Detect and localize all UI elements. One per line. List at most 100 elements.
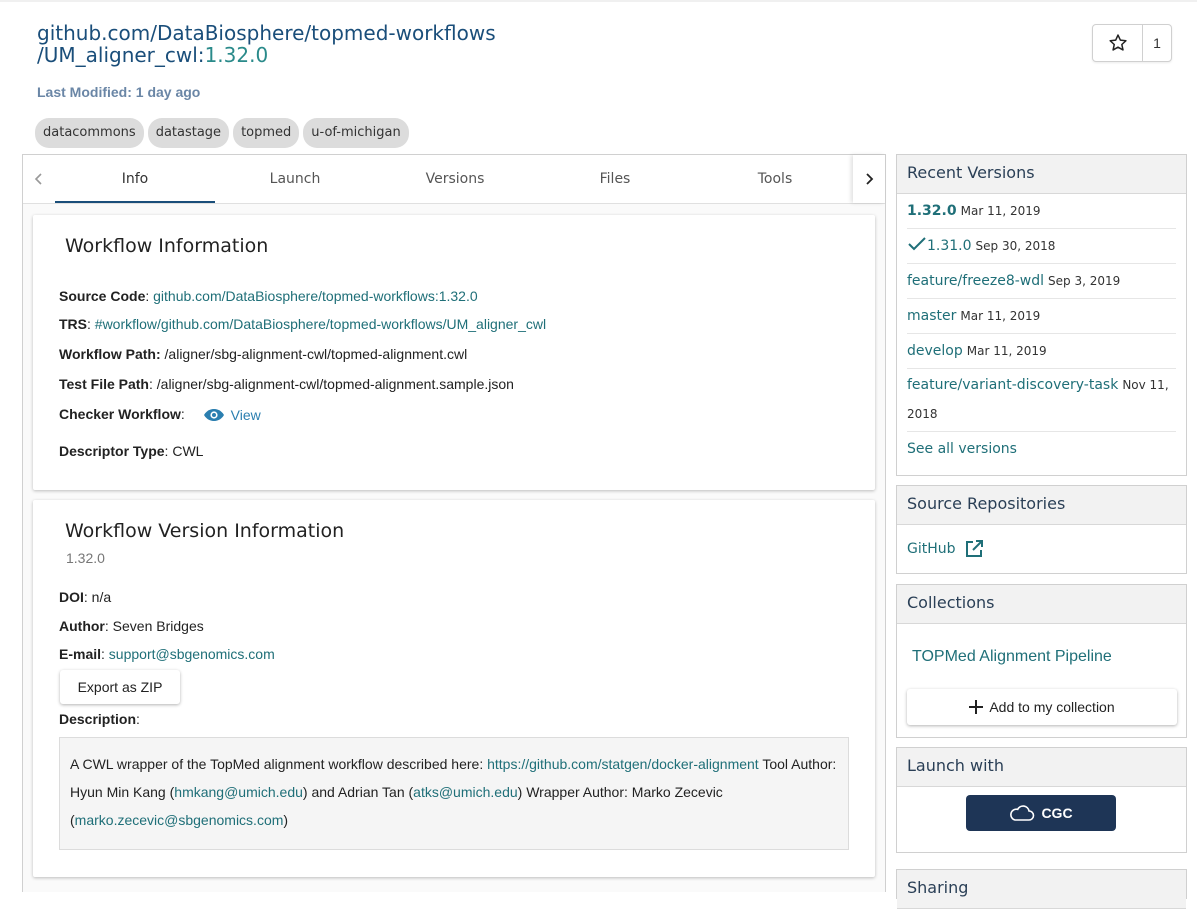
version-item[interactable]: feature/freeze8-wdl Sep 3, 2019	[907, 264, 1176, 299]
tab-scroll-right[interactable]	[853, 155, 885, 203]
tab-launch[interactable]: Launch	[215, 155, 375, 203]
tag-chip[interactable]: topmed	[233, 118, 300, 148]
export-zip-button[interactable]: Export as ZIP	[60, 670, 180, 704]
test-file-value: /aligner/sbg-alignment-cwl/topmed-alignm…	[156, 376, 514, 392]
trs-link[interactable]: #workflow/github.com/DataBiosphere/topme…	[95, 316, 546, 332]
cgc-launch-button[interactable]: CGC	[966, 795, 1116, 831]
version-date: Mar 11, 2019	[966, 344, 1047, 358]
desc-text: )	[283, 812, 289, 828]
tab-versions[interactable]: Versions	[375, 155, 535, 203]
collection-item-link[interactable]: TOPMed Alignment Pipeline	[912, 648, 1112, 666]
github-link[interactable]: GitHub	[897, 525, 1186, 573]
page-title: github.com/DataBiosphere/topmed-workflow…	[37, 22, 496, 66]
desc-repo-link[interactable]: https://github.com/statgen/docker-alignm…	[487, 756, 759, 772]
trs-row: TRS: #workflow/github.com/DataBiosphere/…	[59, 316, 547, 332]
cloud-icon	[1010, 805, 1035, 821]
version-info-heading: Workflow Version Information	[65, 520, 345, 542]
source-code-row: Source Code: github.com/DataBiosphere/to…	[59, 288, 478, 304]
launch-with-card: Launch with CGC	[896, 747, 1187, 853]
workflow-path-value: /aligner/sbg-alignment-cwl/topmed-alignm…	[164, 346, 468, 362]
version-date: Sep 30, 2018	[975, 239, 1056, 253]
title-path-2: /UM_aligner_cwl:1.32.0	[37, 44, 496, 66]
tag-chip[interactable]: datastage	[147, 118, 230, 148]
version-name: 1.32.0	[907, 203, 957, 219]
chevron-right-icon	[866, 173, 874, 185]
version-name: feature/freeze8-wdl	[907, 273, 1045, 289]
version-item[interactable]: 1.31.0 Sep 30, 2018	[907, 229, 1176, 264]
description-row: Description:	[59, 711, 140, 727]
workflow-path-label: Workflow Path:	[59, 346, 161, 362]
plus-icon	[969, 700, 984, 714]
test-file-row: Test File Path: /aligner/sbg-alignment-c…	[59, 376, 514, 392]
checker-view-link[interactable]: View	[203, 407, 261, 423]
star-count: 1	[1153, 35, 1161, 51]
version-date: Mar 11, 2019	[960, 309, 1041, 323]
see-all-versions-link[interactable]: See all versions	[907, 432, 1176, 466]
version-info-card: Workflow Version Information 1.32.0 DOI:…	[33, 500, 875, 877]
collections-heading: Collections	[897, 585, 1186, 624]
desc-email-link[interactable]: atks@umich.edu	[413, 784, 517, 800]
desc-email-link[interactable]: marko.zecevic@sbgenomics.com	[75, 812, 284, 828]
title-version: 1.32.0	[204, 43, 269, 67]
version-name: master	[907, 308, 957, 324]
workflow-path-row: Workflow Path: /aligner/sbg-alignment-cw…	[59, 346, 467, 362]
version-item[interactable]: 1.32.0 Mar 11, 2019	[907, 194, 1176, 229]
version-item[interactable]: master Mar 11, 2019	[907, 299, 1176, 334]
email-link[interactable]: support@sbgenomics.com	[109, 646, 275, 662]
source-code-link[interactable]: github.com/DataBiosphere/topmed-workflow…	[153, 288, 478, 304]
version-date: Sep 3, 2019	[1048, 274, 1121, 288]
description-box: A CWL wrapper of the TopMed alignment wo…	[59, 737, 849, 850]
star-button[interactable]	[1093, 25, 1143, 61]
eye-icon	[203, 409, 224, 422]
descriptor-row: Descriptor Type: CWL	[59, 443, 204, 459]
recent-versions-heading: Recent Versions	[897, 155, 1186, 194]
desc-email-link[interactable]: hmkang@umich.edu	[174, 784, 303, 800]
star-icon	[1108, 34, 1127, 51]
doi-label: DOI	[59, 589, 84, 605]
top-divider	[0, 0, 1197, 2]
descriptor-value: CWL	[172, 443, 204, 459]
add-to-collection-button[interactable]: Add to my collection	[907, 689, 1177, 725]
email-row: E-mail: support@sbgenomics.com	[59, 646, 275, 662]
test-file-label: Test File Path	[59, 376, 149, 392]
chevron-left-icon	[34, 173, 42, 185]
add-to-collection-label: Add to my collection	[989, 699, 1115, 715]
tab-files[interactable]: Files	[535, 155, 695, 203]
tab-bar: Info Launch Versions Files Tools	[23, 155, 885, 204]
tab-info[interactable]: Info	[55, 155, 215, 203]
title-path: github.com/DataBiosphere/topmed-workflow…	[37, 21, 496, 45]
version-date: Mar 11, 2019	[960, 204, 1041, 218]
tab-scroll-left[interactable]	[23, 155, 55, 203]
tag-chip[interactable]: datacommons	[35, 118, 144, 148]
descriptor-label: Descriptor Type	[59, 443, 165, 459]
source-repos-heading: Source Repositories	[897, 486, 1186, 525]
source-code-label: Source Code	[59, 288, 146, 304]
collections-card: Collections TOPMed Alignment Pipeline Ad…	[896, 584, 1187, 738]
checker-view-text: View	[230, 407, 261, 424]
version-item[interactable]: feature/variant-discovery-task Nov 11, 20…	[907, 369, 1176, 432]
star-widget: 1	[1092, 24, 1172, 62]
external-link-icon	[965, 540, 983, 557]
version-item[interactable]: develop Mar 11, 2019	[907, 334, 1176, 369]
version-number: 1.32.0	[66, 550, 105, 566]
trs-label: TRS	[59, 316, 87, 332]
last-modified: Last Modified: 1 day ago	[37, 84, 201, 100]
tag-chip[interactable]: u-of-michigan	[303, 118, 409, 148]
cgc-label: CGC	[1041, 805, 1073, 821]
workflow-info-heading: Workflow Information	[65, 235, 269, 257]
tab-tools[interactable]: Tools	[695, 155, 855, 203]
github-label: GitHub	[907, 541, 956, 557]
doi-value: n/a	[91, 589, 112, 605]
desc-text: A CWL wrapper of the TopMed alignment wo…	[70, 756, 488, 772]
email-label: E-mail	[59, 646, 102, 662]
check-icon	[908, 237, 926, 251]
desc-text: ) and Adrian Tan (	[302, 784, 414, 800]
version-name: 1.31.0	[927, 238, 972, 254]
version-name: feature/variant-discovery-task	[907, 377, 1119, 393]
version-name: develop	[907, 343, 963, 359]
doi-row: DOI: n/a	[59, 589, 112, 605]
source-repos-card: Source Repositories GitHub	[896, 485, 1187, 574]
title-workflow: /UM_aligner_cwl:	[37, 43, 205, 67]
checker-row: Checker Workflow: View	[59, 406, 261, 424]
checker-label: Checker Workflow	[59, 406, 181, 422]
